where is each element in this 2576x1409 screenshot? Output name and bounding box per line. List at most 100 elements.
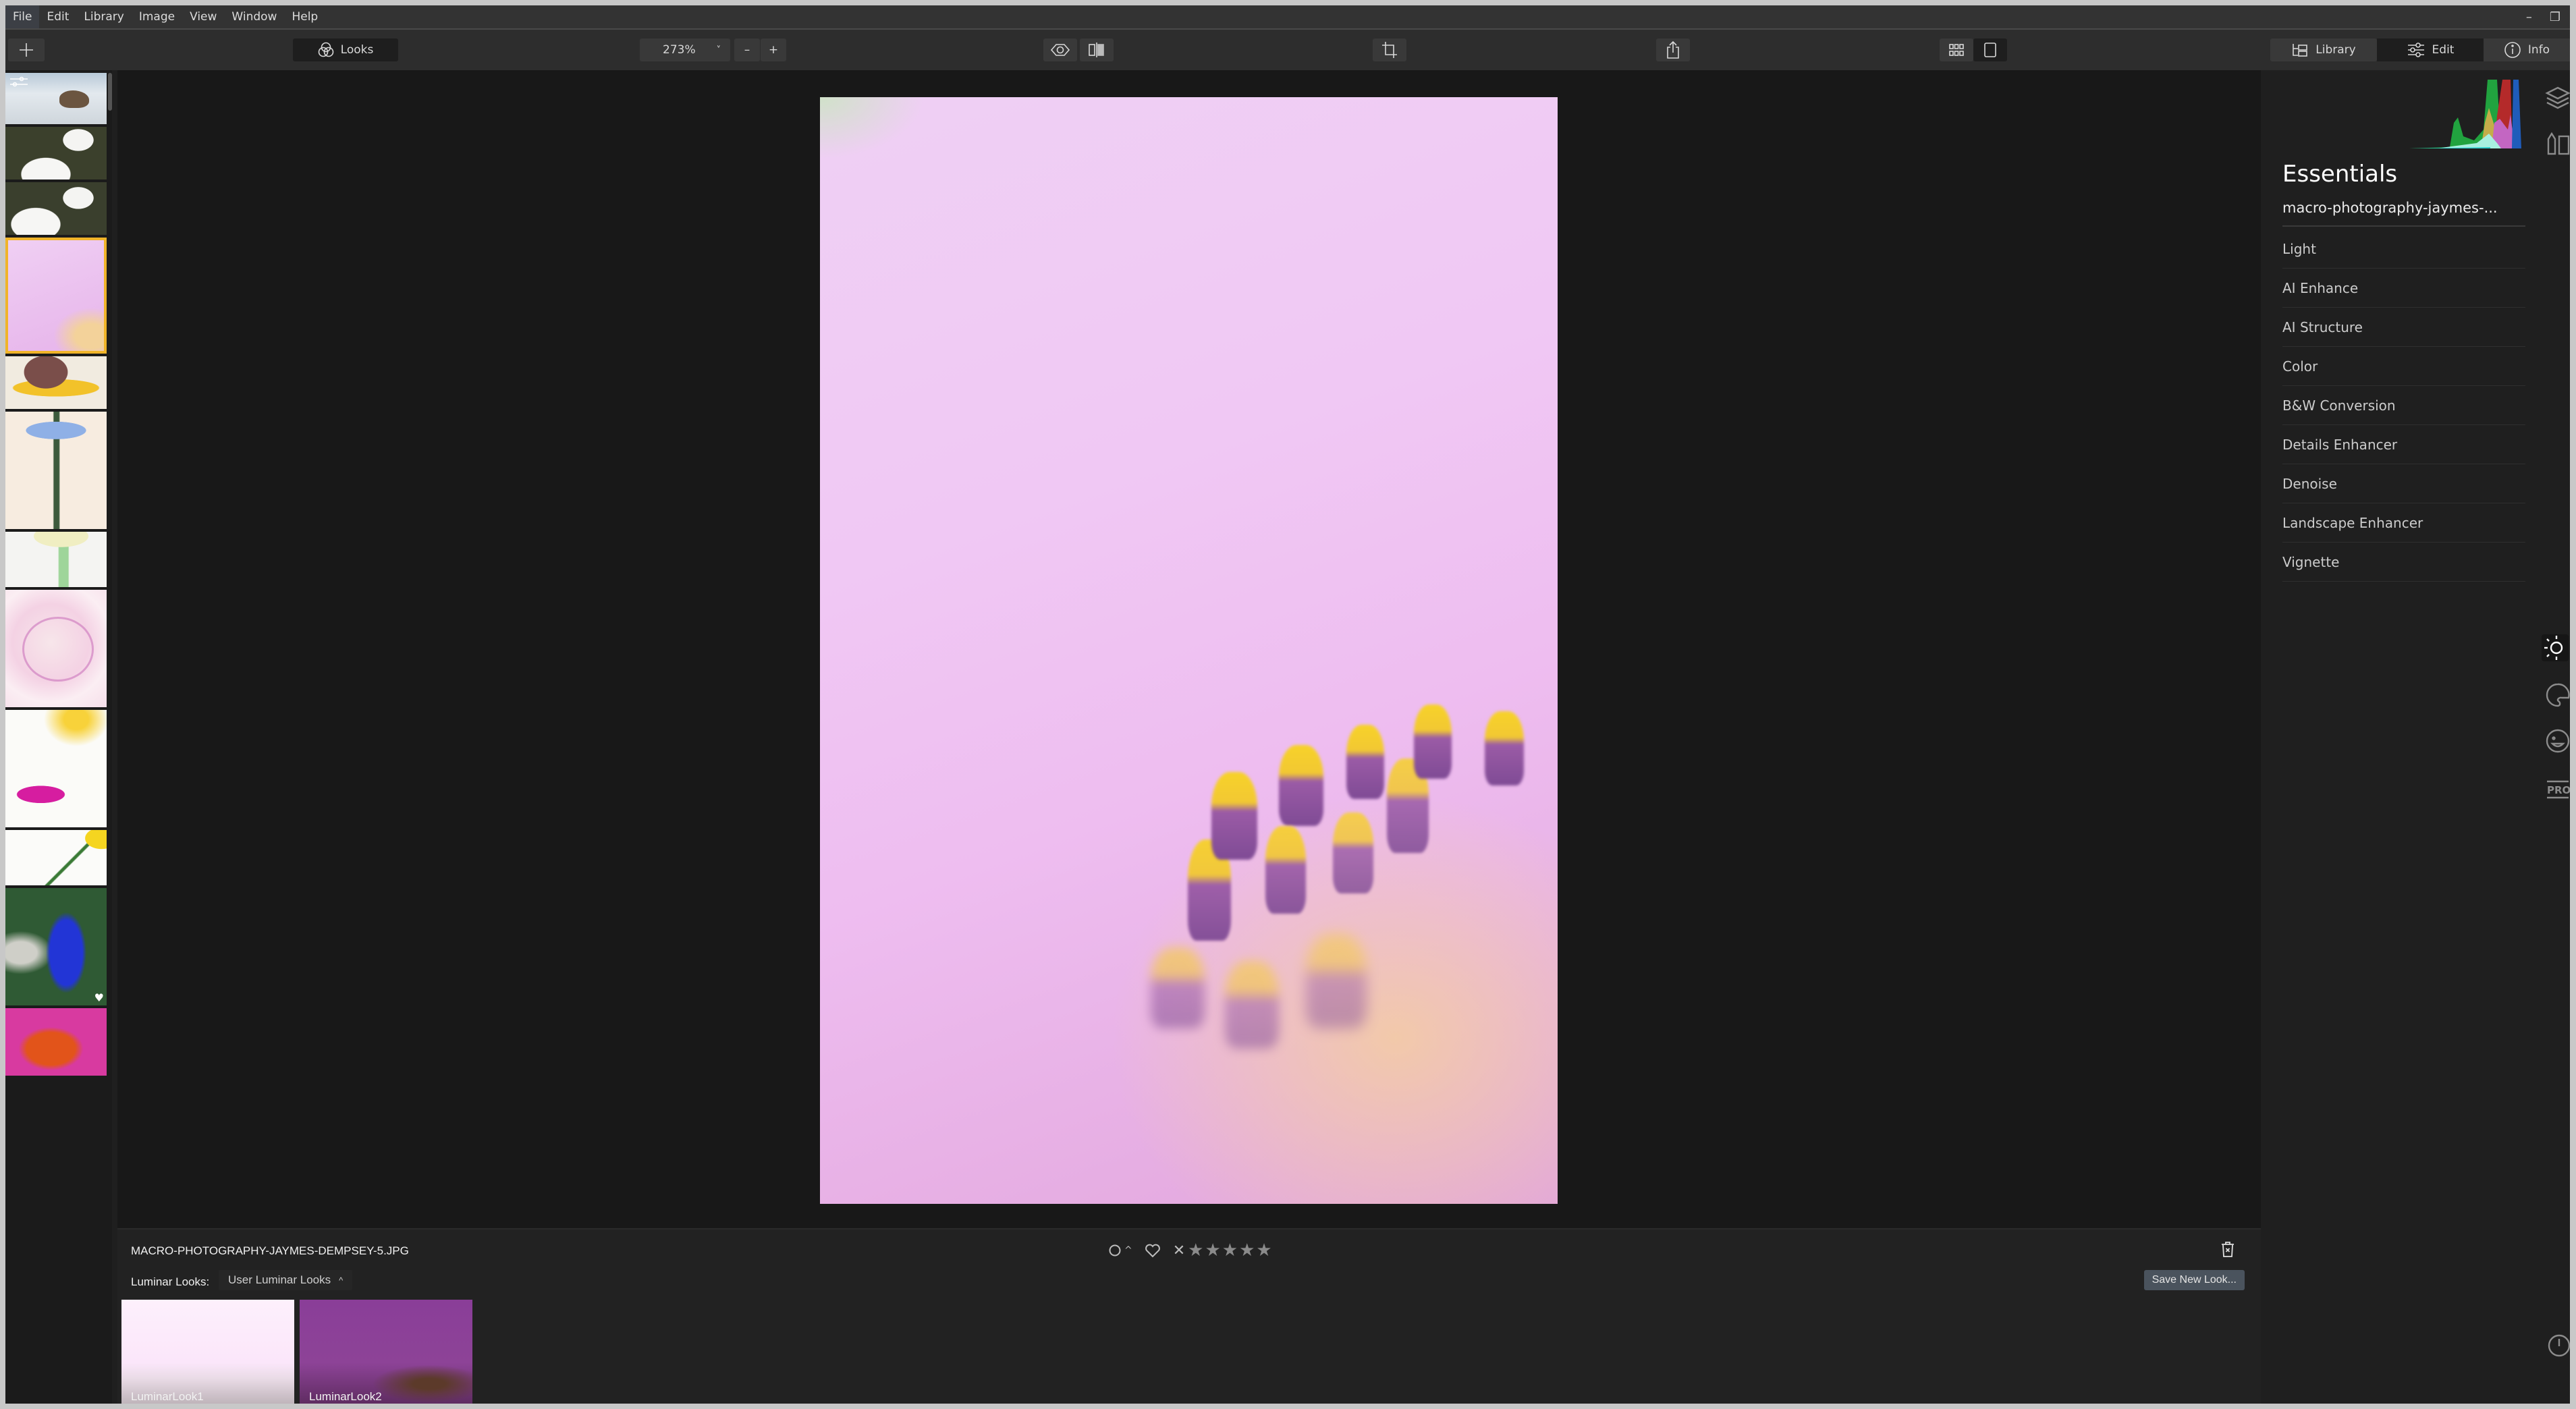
luminar-looks-label: Luminar Looks: bbox=[131, 1275, 210, 1288]
tool-landscape-enhancer[interactable]: Landscape Enhancer bbox=[2282, 503, 2525, 543]
tool-bw-conversion[interactable]: B&W Conversion bbox=[2282, 386, 2525, 425]
trash-icon[interactable] bbox=[2220, 1240, 2235, 1258]
thumbnail[interactable] bbox=[5, 532, 107, 587]
star-5-icon[interactable]: ★ bbox=[1256, 1240, 1271, 1261]
heart-favorite-icon: ♥ bbox=[94, 991, 104, 1004]
single-view-button[interactable] bbox=[1973, 38, 2007, 61]
save-new-look-button[interactable]: Save New Look... bbox=[2143, 1270, 2245, 1290]
star-1-icon[interactable]: ★ bbox=[1188, 1240, 1203, 1261]
star-rating[interactable]: ★ ★ ★ ★ ★ bbox=[1188, 1240, 1272, 1261]
history-button[interactable] bbox=[2544, 1332, 2570, 1359]
look-tile[interactable]: LuminarLook1 bbox=[121, 1300, 294, 1404]
bird-shape bbox=[59, 90, 89, 108]
main-photo[interactable] bbox=[820, 97, 1558, 1204]
tab-library[interactable]: Library bbox=[2270, 38, 2377, 61]
thumbnail[interactable] bbox=[5, 182, 107, 235]
stamen bbox=[1211, 772, 1257, 860]
tool-light[interactable]: Light bbox=[2282, 229, 2525, 269]
luminar-window: File Edit Library Image View Window Help… bbox=[5, 5, 2570, 1404]
clock-icon bbox=[2548, 1334, 2570, 1357]
crop-button[interactable] bbox=[1373, 38, 1406, 61]
star-2-icon[interactable]: ★ bbox=[1205, 1240, 1220, 1261]
looks-category-value: User Luminar Looks bbox=[228, 1273, 331, 1286]
filmstrip: ♥ bbox=[5, 70, 112, 1404]
reject-icon[interactable]: ✕ bbox=[1173, 1242, 1185, 1259]
thumbnail[interactable] bbox=[5, 127, 107, 179]
tool-category-strip: PRO bbox=[2531, 70, 2570, 1404]
crop-icon bbox=[1382, 42, 1397, 58]
grid-view-button[interactable] bbox=[1940, 38, 1973, 61]
add-images-button[interactable] bbox=[8, 38, 45, 61]
tool-ai-enhance[interactable]: AI Enhance bbox=[2282, 269, 2525, 308]
thumbnail[interactable] bbox=[5, 412, 107, 529]
portrait-category-button[interactable] bbox=[2544, 727, 2570, 754]
thumbnail[interactable] bbox=[5, 1008, 107, 1076]
stamen bbox=[1333, 812, 1373, 893]
tool-vignette[interactable]: Vignette bbox=[2282, 543, 2525, 582]
menu-window[interactable]: Window bbox=[224, 5, 284, 28]
zoom-dropdown[interactable]: 273% ˅ bbox=[640, 38, 730, 61]
canvas-tools-button[interactable] bbox=[2544, 131, 2570, 158]
menu-view[interactable]: View bbox=[182, 5, 224, 28]
look-name: LuminarLook1 bbox=[131, 1390, 204, 1403]
star-4-icon[interactable]: ★ bbox=[1239, 1240, 1255, 1261]
creative-category-button[interactable] bbox=[2544, 682, 2570, 709]
tool-denoise[interactable]: Denoise bbox=[2282, 464, 2525, 503]
essentials-filename: macro-photography-jaymes-... bbox=[2282, 200, 2498, 216]
restore-button[interactable]: ❐ bbox=[2550, 10, 2560, 24]
tab-edit[interactable]: Edit bbox=[2377, 38, 2484, 61]
menu-edit[interactable]: Edit bbox=[39, 5, 76, 28]
histogram bbox=[2409, 80, 2521, 148]
minus-icon: – bbox=[744, 43, 750, 57]
heart-icon[interactable] bbox=[1145, 1243, 1161, 1258]
filmstrip-scrollbar[interactable] bbox=[108, 73, 112, 111]
share-button[interactable] bbox=[1656, 38, 1690, 61]
stamen bbox=[1265, 826, 1306, 914]
info-icon bbox=[2504, 42, 2521, 58]
color-label-button[interactable]: ^ bbox=[1108, 1244, 1132, 1257]
zoom-in-button[interactable]: + bbox=[761, 38, 786, 61]
zoom-out-button[interactable]: – bbox=[734, 38, 760, 61]
tool-ai-structure[interactable]: AI Structure bbox=[2282, 308, 2525, 347]
looks-button[interactable]: Looks bbox=[293, 38, 398, 61]
tab-info-label: Info bbox=[2527, 43, 2550, 57]
layers-icon bbox=[2545, 86, 2570, 109]
minimize-button[interactable]: – bbox=[2526, 10, 2532, 24]
thumbnail[interactable] bbox=[5, 590, 107, 707]
dahlia-petals bbox=[22, 617, 94, 682]
essentials-category-button[interactable] bbox=[2542, 634, 2569, 661]
thumbnail[interactable] bbox=[5, 73, 107, 124]
layers-button[interactable] bbox=[2544, 85, 2570, 112]
plus-icon[interactable]: + bbox=[769, 43, 778, 57]
star-3-icon[interactable]: ★ bbox=[1222, 1240, 1238, 1261]
svg-text:PRO: PRO bbox=[2547, 784, 2570, 796]
looks-category-dropdown[interactable]: User Luminar Looks ^ bbox=[219, 1270, 353, 1290]
menu-library[interactable]: Library bbox=[76, 5, 131, 28]
tool-details-enhancer[interactable]: Details Enhancer bbox=[2282, 425, 2525, 464]
image-canvas bbox=[117, 70, 2261, 1228]
look-tile[interactable]: LuminarLook2 bbox=[300, 1300, 472, 1404]
thumbnail[interactable] bbox=[5, 710, 107, 827]
professional-category-button[interactable]: PRO bbox=[2544, 776, 2570, 803]
looks-label: Looks bbox=[340, 43, 374, 57]
chevron-up-icon: ^ bbox=[1124, 1245, 1132, 1256]
tool-color[interactable]: Color bbox=[2282, 347, 2525, 386]
divider bbox=[2282, 225, 2525, 227]
menu-help[interactable]: Help bbox=[284, 5, 325, 28]
stamen bbox=[1151, 947, 1205, 1028]
compare-button[interactable] bbox=[1080, 38, 1114, 61]
stamen bbox=[1346, 725, 1384, 799]
thumbnail[interactable] bbox=[5, 356, 107, 409]
stamen bbox=[1414, 704, 1452, 779]
thumbnail[interactable] bbox=[5, 830, 107, 885]
menu-image[interactable]: Image bbox=[132, 5, 182, 28]
preview-button[interactable] bbox=[1043, 38, 1077, 61]
tab-info[interactable]: Info bbox=[2484, 38, 2570, 61]
tab-library-label: Library bbox=[2315, 43, 2356, 57]
single-image-icon bbox=[1984, 43, 1996, 57]
menu-file[interactable]: File bbox=[5, 5, 40, 28]
zoom-value: 273% bbox=[663, 43, 696, 57]
thumbnail-selected[interactable] bbox=[5, 238, 107, 354]
chevron-down-icon: ˅ bbox=[716, 45, 721, 55]
thumbnail[interactable]: ♥ bbox=[5, 888, 107, 1005]
